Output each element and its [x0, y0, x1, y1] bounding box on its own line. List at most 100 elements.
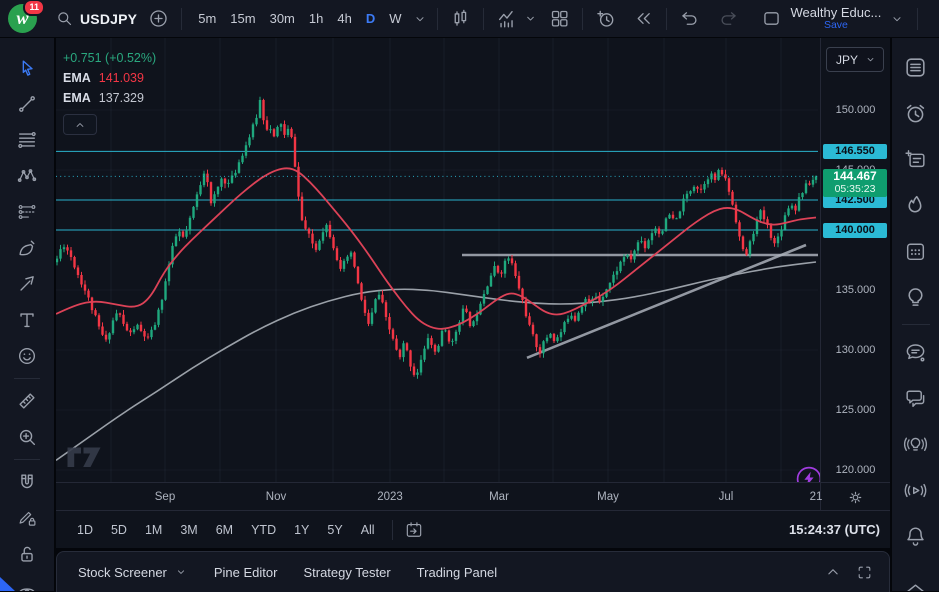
time-scale[interactable]: SepNov2023MarMayJul21: [56, 482, 890, 510]
symbol-search[interactable]: USDJPY: [49, 6, 143, 31]
text-tool[interactable]: [0, 302, 54, 338]
range-ytd[interactable]: YTD: [242, 523, 285, 537]
range-5y[interactable]: 5Y: [318, 523, 351, 537]
alerts-button[interactable]: [892, 90, 939, 136]
ema-legend-row: EMA141.039: [63, 71, 156, 85]
stay-in-drawing-mode-button[interactable]: [0, 500, 54, 536]
streams-button[interactable]: [892, 421, 939, 467]
level-price-badge: 146.550: [823, 144, 887, 159]
range-1m[interactable]: 1M: [136, 523, 171, 537]
replay-rewind-icon: [633, 8, 654, 29]
last-price-value: 144.467: [823, 170, 887, 183]
currency-unit-value: JPY: [836, 53, 858, 67]
trend-line-tool[interactable]: [0, 86, 54, 122]
zoom-in-tool[interactable]: [0, 419, 54, 455]
indicators-button[interactable]: [493, 5, 521, 33]
time-tick: Jul: [719, 483, 734, 511]
compare-add-symbol-button[interactable]: [145, 5, 172, 32]
interval-5m[interactable]: 5m: [191, 11, 223, 26]
ruler-icon: [16, 390, 38, 412]
chevron-up-icon: [73, 118, 87, 132]
bar-replay-button[interactable]: [630, 5, 657, 32]
live-streams-button[interactable]: [892, 467, 939, 513]
interval-1h[interactable]: 1h: [302, 11, 330, 26]
pattern-tool[interactable]: [0, 158, 54, 194]
arrow-marker-tool[interactable]: [0, 266, 54, 302]
range-3m[interactable]: 3M: [171, 523, 206, 537]
price-scale[interactable]: 150.000145.000135.000130.000125.000120.0…: [820, 38, 890, 482]
toolbar-separator: [437, 8, 438, 30]
interval-dropdown-chevron-icon[interactable]: [412, 11, 428, 27]
tab-stock-screener[interactable]: Stock Screener: [65, 565, 201, 580]
magnet-mode-button[interactable]: [0, 464, 54, 500]
lock-all-drawings-button[interactable]: [0, 536, 54, 572]
more-button-partial[interactable]: [892, 559, 939, 591]
rail-separator: [14, 378, 40, 379]
chart-container: +0.751 (+0.52%) EMA141.039 EMA137.329 15…: [56, 38, 890, 591]
range-5d[interactable]: 5D: [102, 523, 136, 537]
eye-icon: [16, 581, 38, 591]
chevron-down-icon: [864, 53, 877, 66]
create-alert-button[interactable]: [592, 5, 620, 33]
panel-maximize-icon[interactable]: [856, 564, 873, 581]
time-tick: 21: [810, 483, 823, 511]
interval-15m[interactable]: 15m: [223, 11, 262, 26]
currency-unit-select[interactable]: JPY: [826, 47, 884, 72]
ideas-button[interactable]: [892, 274, 939, 320]
scale-settings-corner[interactable]: [820, 483, 890, 511]
interval-1d-active[interactable]: D: [359, 11, 382, 26]
candlestick-chart[interactable]: [56, 38, 820, 482]
range-all[interactable]: All: [352, 523, 384, 537]
interval-30m[interactable]: 30m: [263, 11, 302, 26]
watchlist-button[interactable]: [892, 44, 939, 90]
go-to-date-button[interactable]: [401, 517, 427, 543]
layout-grid-button[interactable]: [546, 5, 573, 32]
tab-pine-editor[interactable]: Pine Editor: [201, 565, 291, 580]
toolbar-separator: [582, 8, 583, 30]
chat-button[interactable]: [892, 329, 939, 375]
range-6m[interactable]: 6M: [207, 523, 242, 537]
redo-button[interactable]: [715, 5, 742, 32]
layout-dropdown-chevron-icon[interactable]: [889, 11, 905, 27]
redo-arrow-icon: [718, 8, 739, 29]
interval-1w[interactable]: W: [382, 11, 408, 26]
range-1d[interactable]: 1D: [68, 523, 102, 537]
calendar-button[interactable]: [892, 228, 939, 274]
tab-trading-panel[interactable]: Trading Panel: [404, 565, 510, 580]
layout-name-menu[interactable]: Wealthy Educ... Save: [787, 6, 886, 32]
chart-plot[interactable]: +0.751 (+0.52%) EMA141.039 EMA137.329: [56, 38, 820, 482]
save-layout-button[interactable]: [758, 5, 785, 32]
tradingview-logo[interactable]: w11: [8, 4, 37, 33]
chart-style-button[interactable]: [447, 5, 474, 32]
layout-rectangle-icon: [761, 8, 782, 29]
live-play-icon: [903, 478, 928, 503]
undo-button[interactable]: [676, 5, 703, 32]
interval-4h[interactable]: 4h: [330, 11, 358, 26]
notes-button[interactable]: [892, 136, 939, 182]
economic-calendar-icon: [903, 239, 928, 264]
undo-arrow-icon: [679, 8, 700, 29]
indicators-dropdown-chevron-icon[interactable]: [523, 11, 538, 26]
price-tick: 130.000: [821, 343, 890, 357]
go-to-date-icon: [404, 520, 424, 540]
session-clock[interactable]: 15:24:37 (UTC): [789, 522, 882, 537]
range-1y[interactable]: 1Y: [285, 523, 318, 537]
hotlists-button[interactable]: [892, 182, 939, 228]
notifications-button[interactable]: [892, 513, 939, 559]
save-label[interactable]: Save: [791, 19, 882, 32]
tab-strategy-tester[interactable]: Strategy Tester: [290, 565, 403, 580]
quick-trade-button[interactable]: [795, 465, 820, 482]
measure-tool[interactable]: [0, 383, 54, 419]
private-chats-button[interactable]: [892, 375, 939, 421]
panel-collapse-chevron-icon[interactable]: [824, 563, 842, 581]
brush-tool[interactable]: [0, 230, 54, 266]
emoji-tool[interactable]: [0, 338, 54, 374]
interval-switcher: 5m 15m 30m 1h 4h D W: [191, 11, 427, 27]
price-tick: 120.000: [821, 463, 890, 477]
drawing-toolbar: [0, 38, 55, 591]
legend-collapse-button[interactable]: [63, 114, 97, 135]
chart-legend: +0.751 (+0.52%) EMA141.039 EMA137.329: [63, 51, 156, 135]
prediction-tool[interactable]: [0, 194, 54, 230]
fib-retracement-tool[interactable]: [0, 122, 54, 158]
cursor-tool[interactable]: [0, 50, 54, 86]
